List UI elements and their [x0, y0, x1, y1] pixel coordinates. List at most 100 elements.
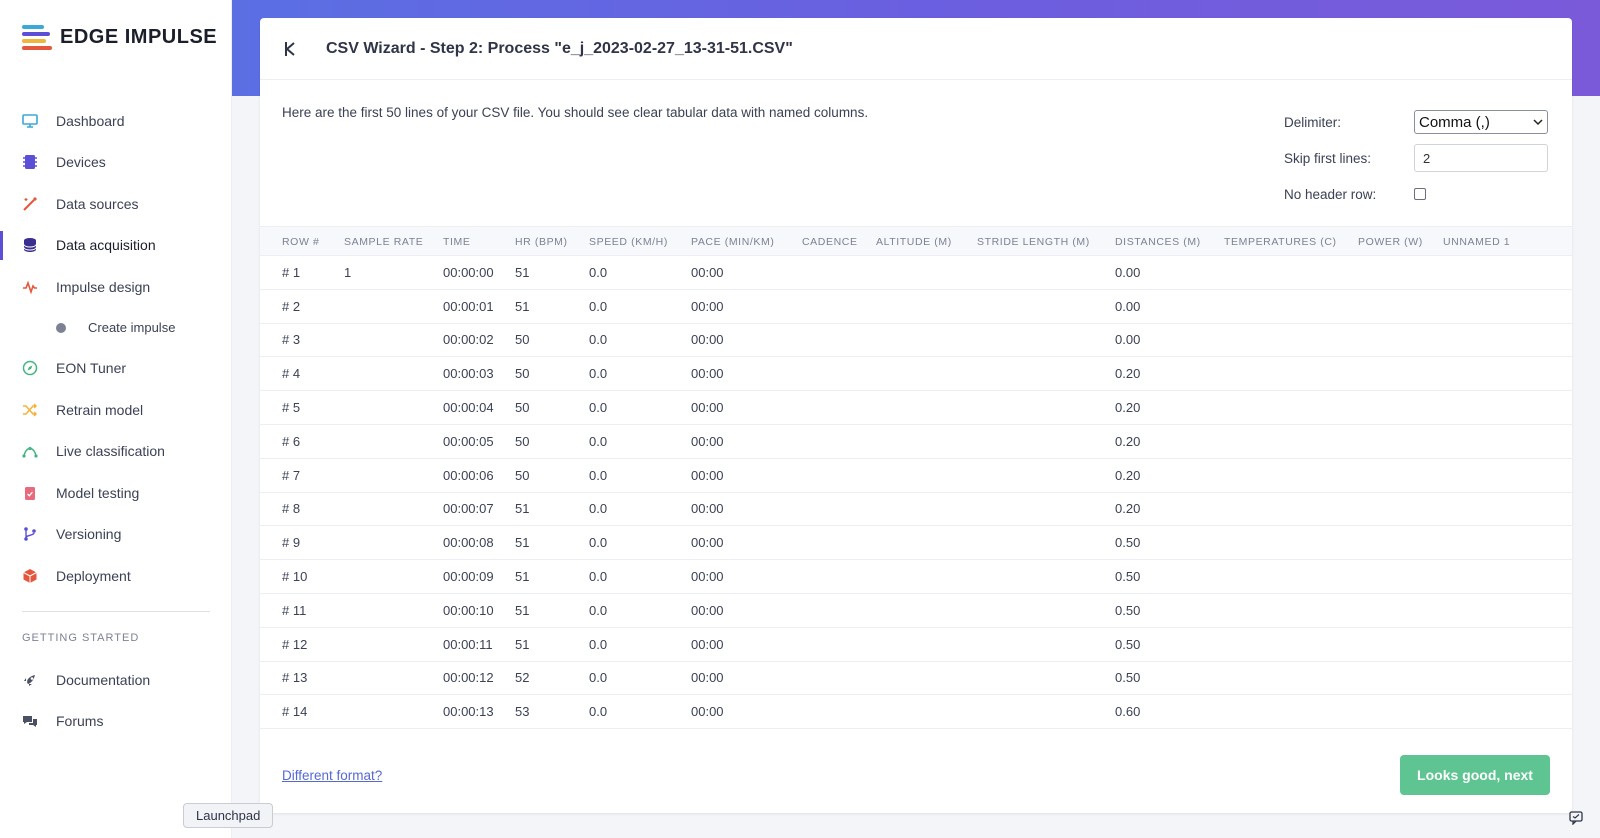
- table-cell: 00:00: [691, 535, 724, 551]
- sidebar-item-deployment[interactable]: Deployment: [0, 555, 232, 597]
- table-cell: 52: [515, 670, 530, 686]
- looks-good-next-button[interactable]: Looks good, next: [1400, 755, 1550, 795]
- table-cell: 0.0: [589, 636, 608, 652]
- pulse-icon: [22, 279, 38, 295]
- table-cell: 0.0: [589, 535, 608, 551]
- monitor-icon: [22, 113, 38, 129]
- table-cell: 50: [515, 366, 530, 382]
- sidebar-item-label: Devices: [56, 154, 106, 171]
- sidebar-item-label: Impulse design: [56, 278, 151, 295]
- sidebar-item-label: Data sources: [56, 195, 139, 212]
- table-cell: 51: [515, 535, 530, 551]
- chevron-down-icon: [1533, 119, 1543, 126]
- no-header-checkbox[interactable]: [1414, 188, 1426, 200]
- branch-icon: [22, 526, 38, 542]
- no-header-label: No header row:: [1284, 186, 1377, 202]
- table-cell: 0.50: [1115, 602, 1141, 618]
- table-row: # 11 00:00:10 51 0.0 00:00 0.50: [260, 594, 1572, 628]
- table-cell: # 12: [282, 636, 308, 652]
- table-row: # 3 00:00:02 50 0.0 00:00 0.00: [260, 324, 1572, 358]
- table-cell: 00:00:08: [443, 535, 494, 551]
- sidebar-item-label: Dashboard: [56, 112, 125, 129]
- sidebar-item-model-testing[interactable]: Model testing: [0, 472, 232, 514]
- clipboard-icon: [22, 485, 38, 501]
- sidebar-item-devices[interactable]: Devices: [0, 142, 232, 184]
- table-cell: 00:00:10: [443, 602, 494, 618]
- section-label-getting-started: GETTING STARTED: [22, 632, 140, 644]
- wand-icon: [22, 196, 38, 212]
- sidebar-item-retrain-model[interactable]: Retrain model: [0, 389, 232, 431]
- skip-lines-input[interactable]: 2: [1414, 144, 1548, 172]
- sidebar-item-label: Deployment: [56, 567, 131, 584]
- curve-icon: [22, 443, 38, 459]
- sidebar-item-data-acquisition[interactable]: Data acquisition: [0, 225, 232, 267]
- sidebar-item-versioning[interactable]: Versioning: [0, 514, 232, 556]
- sidebar-item-impulse-design[interactable]: Impulse design: [0, 266, 232, 308]
- table-cell: 0.60: [1115, 704, 1141, 720]
- delimiter-label: Delimiter:: [1284, 114, 1342, 130]
- sidebar-item-data-sources[interactable]: Data sources: [0, 183, 232, 225]
- table-cell: 00:00:09: [443, 569, 494, 585]
- table-cell: # 11: [282, 602, 307, 618]
- table-cell: 00:00: [691, 636, 724, 652]
- sidebar-item-label: Live classification: [56, 443, 165, 460]
- page-title: CSV Wizard - Step 2: Process "e_j_2023-0…: [326, 39, 793, 57]
- csv-wizard-card: CSV Wizard - Step 2: Process "e_j_2023-0…: [260, 18, 1572, 813]
- sidebar-item-label: Model testing: [56, 484, 140, 501]
- app-logo[interactable]: EDGE IMPULSE: [22, 24, 217, 50]
- table-cell: 00:00:04: [443, 400, 494, 416]
- back-arrow-icon[interactable]: [280, 39, 300, 59]
- table-row: # 13 00:00:12 52 0.0 00:00 0.50: [260, 662, 1572, 696]
- table-cell: 0.00: [1115, 264, 1141, 280]
- table-cell: # 1: [282, 264, 301, 280]
- table-cell: # 2: [282, 298, 301, 314]
- table-cell: 50: [515, 433, 530, 449]
- table-cell: 51: [515, 298, 530, 314]
- sidebar-item-eon-tuner[interactable]: EON Tuner: [0, 348, 232, 390]
- table-cell: 00:00: [691, 298, 724, 314]
- column-header: DISTANCES (M): [1115, 236, 1201, 248]
- table-cell: 0.50: [1115, 535, 1141, 551]
- sidebar-item-live-classification[interactable]: Live classification: [0, 431, 232, 473]
- delimiter-select[interactable]: Comma (,): [1414, 110, 1548, 134]
- table-cell: 0.0: [589, 467, 608, 483]
- column-header: TIME: [443, 236, 471, 248]
- csv-preview-table: ROW # SAMPLE RATE TIME HR (BPM) SPEED (KM/H)…: [260, 226, 1572, 730]
- table-cell: 50: [515, 332, 530, 348]
- table-cell: 0.0: [589, 501, 608, 517]
- table-cell: 0.50: [1115, 670, 1141, 686]
- table-cell: 0.0: [589, 264, 608, 280]
- box-icon: [22, 568, 38, 584]
- table-cell: 51: [515, 636, 530, 652]
- table-cell: 51: [515, 501, 530, 517]
- column-header: SAMPLE RATE: [344, 236, 424, 248]
- different-format-link[interactable]: Different format?: [282, 768, 382, 783]
- table-cell: 00:00:01: [443, 298, 494, 314]
- table-cell: 0.20: [1115, 501, 1141, 517]
- sidebar-subitem-create-impulse[interactable]: Create impulse: [0, 308, 232, 348]
- table-cell: 00:00: [691, 467, 724, 483]
- table-cell: # 10: [282, 569, 308, 585]
- sidebar-item-label: Retrain model: [56, 401, 144, 418]
- table-cell: 0.00: [1115, 332, 1141, 348]
- table-cell: 00:00: [691, 264, 724, 280]
- table-cell: 50: [515, 467, 530, 483]
- table-cell: # 9: [282, 535, 301, 551]
- column-header: STRIDE LENGTH (M): [977, 236, 1090, 248]
- table-cell: # 14: [282, 704, 308, 720]
- database-icon: [22, 237, 38, 253]
- sidebar-item-label: Data acquisition: [56, 237, 156, 254]
- table-row: # 4 00:00:03 50 0.0 00:00 0.20: [260, 357, 1572, 392]
- feedback-icon[interactable]: [1569, 811, 1585, 827]
- sidebar-item-documentation[interactable]: Documentation: [0, 659, 232, 701]
- table-cell: 0.0: [589, 366, 608, 382]
- table-row: # 8 00:00:07 51 0.0 00:00 0.20: [260, 493, 1572, 527]
- bullet-icon: [56, 322, 66, 333]
- table-row: # 5 00:00:04 50 0.0 00:00 0.20: [260, 391, 1572, 425]
- sidebar-item-forums[interactable]: Forums: [0, 701, 232, 743]
- sidebar-item-dashboard[interactable]: Dashboard: [0, 100, 232, 142]
- shuffle-icon: [22, 402, 38, 418]
- table-cell: 0.0: [589, 298, 608, 314]
- table-cell: 0.0: [589, 670, 608, 686]
- column-header: PACE (MIN/KM): [691, 236, 775, 248]
